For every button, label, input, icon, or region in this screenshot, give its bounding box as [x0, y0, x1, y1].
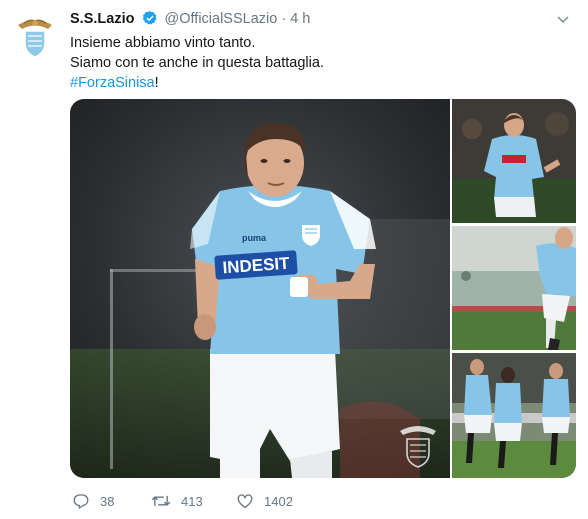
tweet-text: Insieme abbiamo vinto tanto. Siamo con t… [70, 33, 324, 93]
separator-dot: · [281, 11, 287, 27]
photo-thumbnail-2[interactable] [452, 226, 576, 350]
reply-count: 38 [100, 493, 115, 509]
tweet-line: Siamo con te anche in questa battaglia. [70, 55, 324, 71]
jersey-brand-text: puma [242, 233, 267, 243]
chevron-down-icon[interactable] [557, 13, 569, 27]
like-count: 1402 [264, 493, 293, 509]
tweet-line-hashtag: #ForzaSinisa! [70, 73, 324, 93]
photo-thumbnail-1[interactable] [452, 99, 576, 223]
timestamp[interactable]: 4 h [290, 11, 310, 27]
author-name[interactable]: S.S.Lazio [70, 11, 134, 27]
verified-badge-icon [142, 10, 158, 31]
tweet-header: S.S.Lazio @OfficialSSLazio · 4 h [70, 10, 310, 31]
author-handle[interactable]: @OfficialSSLazio [165, 11, 278, 27]
reply-button[interactable]: 38 [72, 492, 114, 510]
avatar[interactable] [10, 11, 60, 61]
retweet-button[interactable]: 413 [151, 492, 203, 510]
like-button[interactable]: 1402 [236, 492, 293, 510]
heart-icon [237, 494, 253, 509]
reply-icon [73, 494, 89, 509]
retweet-icon [151, 495, 171, 507]
media-grid: INDESIT puma [70, 99, 576, 478]
retweet-count: 413 [181, 493, 203, 509]
photo-thumbnail-3[interactable] [452, 353, 576, 478]
photo-main[interactable]: INDESIT puma [70, 99, 450, 478]
tweet-card[interactable]: S.S.Lazio @OfficialSSLazio · 4 h Insieme… [0, 0, 588, 519]
hashtag-suffix: ! [154, 75, 159, 91]
lazio-crest-icon [18, 19, 52, 58]
hashtag-link[interactable]: #ForzaSinisa [70, 75, 155, 91]
tweet-line: Insieme abbiamo vinto tanto. [70, 35, 256, 51]
